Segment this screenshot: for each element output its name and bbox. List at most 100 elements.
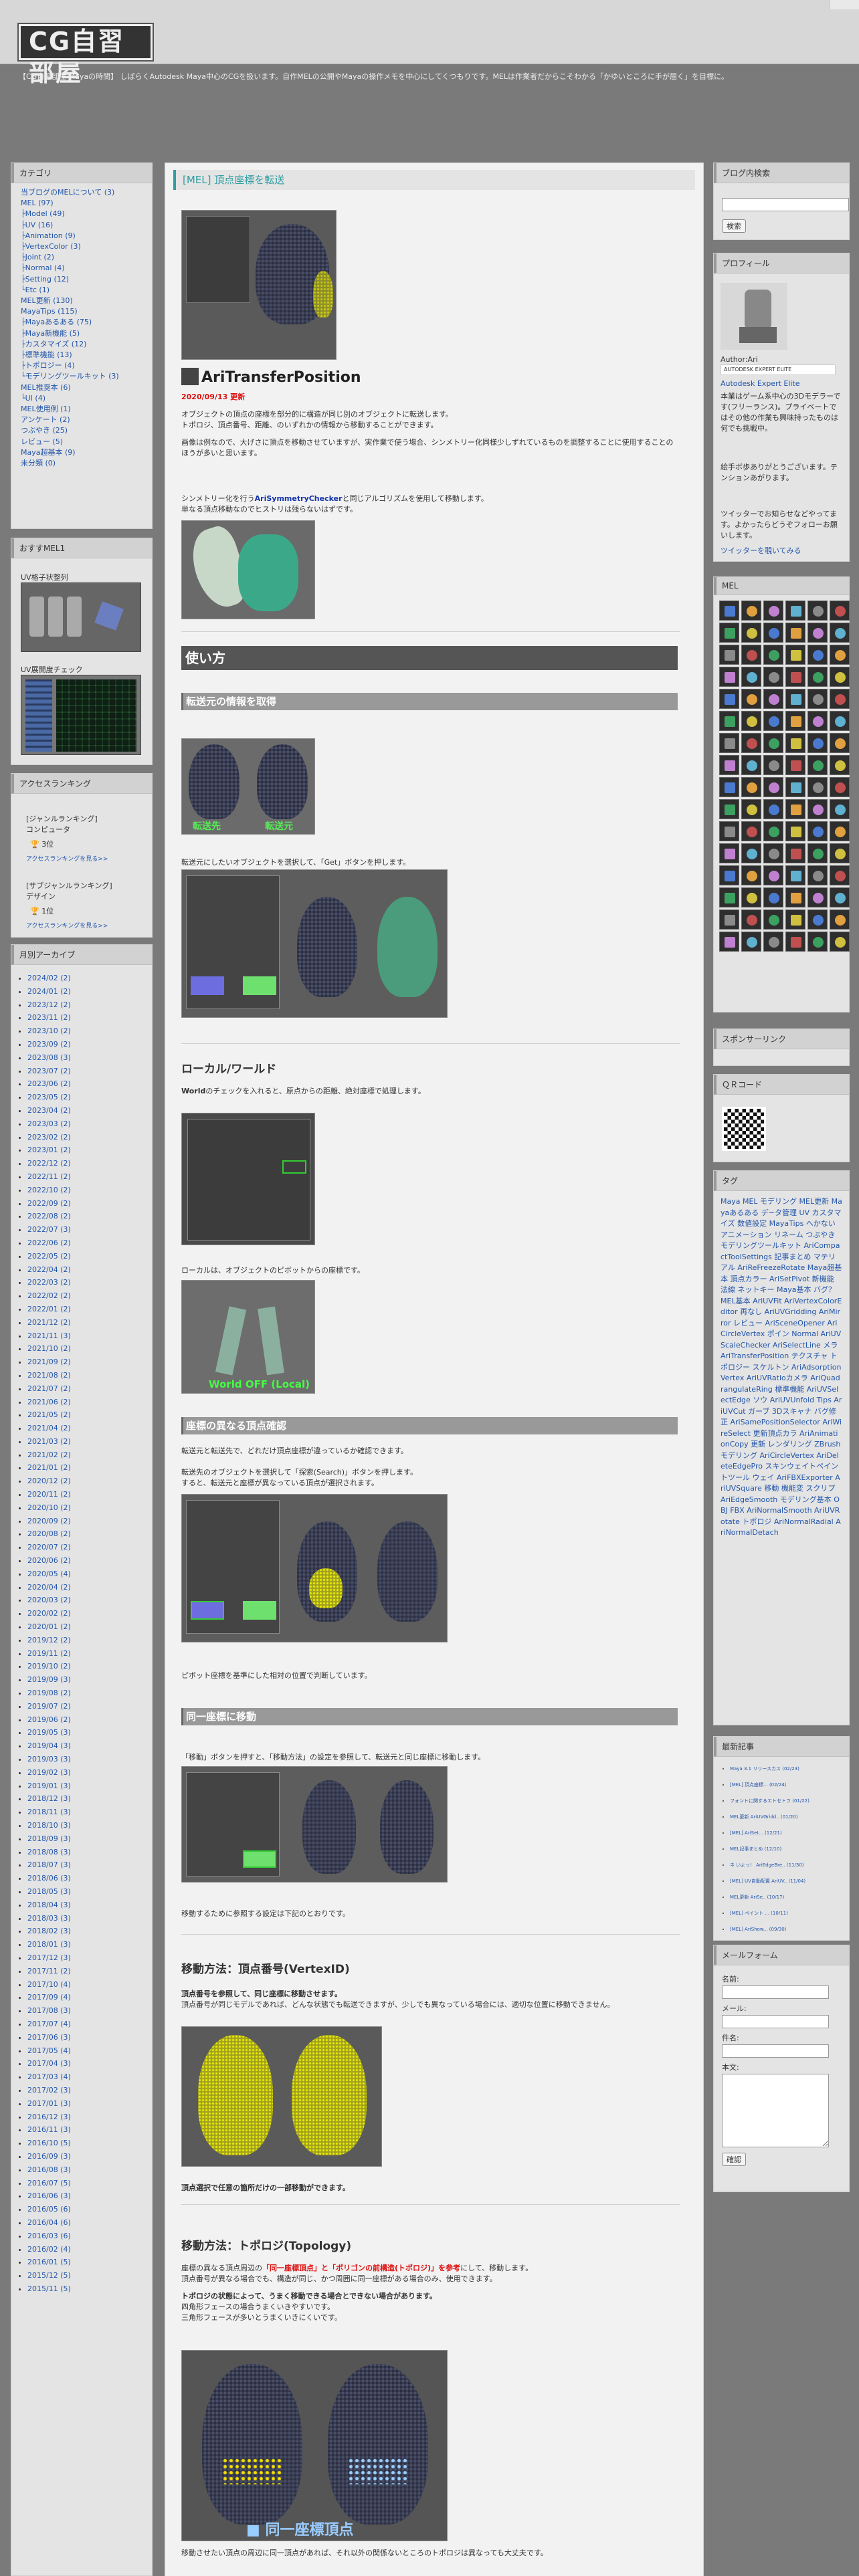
archive-item[interactable]: 2020/11 (2) [27, 1490, 71, 1499]
archive-item[interactable]: 2022/02 (2) [27, 1291, 71, 1300]
archive-item[interactable]: 2023/08 (3) [27, 1053, 71, 1062]
mel-tool-icon[interactable] [719, 799, 739, 819]
archive-item[interactable]: 2022/05 (2) [27, 1252, 71, 1261]
mel-tool-icon[interactable] [763, 601, 783, 621]
archive-item[interactable]: 2016/10 (5) [27, 2139, 71, 2147]
mel-tool-icon[interactable] [763, 733, 783, 753]
category-item[interactable]: MEL推奨本 (6) [21, 383, 142, 393]
archive-item[interactable]: 2021/03 (2) [27, 1437, 71, 1446]
mel-tool-icon[interactable] [830, 689, 850, 709]
archive-item[interactable]: 2020/06 (2) [27, 1556, 71, 1565]
archive-item[interactable]: 2019/10 (2) [27, 1662, 71, 1671]
archive-item[interactable]: 2018/01 (3) [27, 1940, 71, 1949]
archive-item[interactable]: 2019/01 (3) [27, 1782, 71, 1790]
archive-item[interactable]: 2018/04 (3) [27, 1901, 71, 1909]
mel-tool-icon[interactable] [741, 909, 761, 930]
recent-item[interactable]: [MEL] UV自動配置 AriUV.. (11/04) [730, 1879, 805, 1884]
category-item[interactable]: ├Joint (2) [21, 252, 142, 263]
archive-item[interactable]: 2023/05 (2) [27, 1093, 71, 1101]
archive-item[interactable]: 2018/11 (3) [27, 1808, 71, 1816]
mel-tool-icon[interactable] [741, 755, 761, 775]
mel-tool-icon[interactable] [785, 733, 805, 753]
archive-item[interactable]: 2021/09 (2) [27, 1358, 71, 1366]
mel-tool-icon[interactable] [830, 755, 850, 775]
archive-item[interactable]: 2022/03 (2) [27, 1278, 71, 1287]
archive-item[interactable]: 2020/09 (2) [27, 1517, 71, 1525]
category-item[interactable]: ├Maya新機能 (5) [21, 328, 142, 339]
mel-tool-icon[interactable] [807, 689, 828, 709]
archive-item[interactable]: 2021/08 (2) [27, 1371, 71, 1380]
archive-item[interactable]: 2018/02 (3) [27, 1927, 71, 1935]
mel-tool-icon[interactable] [741, 711, 761, 731]
archive-item[interactable]: 2023/10 (2) [27, 1027, 71, 1035]
archive-item[interactable]: 2019/12 (2) [27, 1636, 71, 1644]
mel-tool-icon[interactable] [785, 667, 805, 687]
mel-tool-icon[interactable] [719, 601, 739, 621]
mail-subject-input[interactable] [722, 2044, 829, 2058]
mel-tool-icon[interactable] [785, 777, 805, 797]
archive-item[interactable]: 2019/06 (2) [27, 1715, 71, 1724]
archive-item[interactable]: 2018/07 (3) [27, 1860, 71, 1869]
mel-tool-icon[interactable] [741, 799, 761, 819]
mel-tool-icon[interactable] [830, 777, 850, 797]
mel-tool-icon[interactable] [763, 887, 783, 907]
archive-item[interactable]: 2016/05 (6) [27, 2205, 71, 2214]
archive-item[interactable]: 2021/02 (2) [27, 1451, 71, 1459]
mel-tool-icon[interactable] [807, 667, 828, 687]
mel-tool-icon[interactable] [807, 887, 828, 907]
recent-item[interactable]: MEL記事まとめ (12/10) [730, 1846, 781, 1852]
archive-item[interactable]: 2018/05 (3) [27, 1887, 71, 1896]
archive-item[interactable]: 2023/02 (2) [27, 1133, 71, 1142]
category-item[interactable]: ├Animation (9) [21, 231, 142, 241]
twitter-link[interactable]: ツイッターを覗いてみる [721, 545, 801, 556]
archive-item[interactable]: 2020/12 (2) [27, 1477, 71, 1485]
archive-item[interactable]: 2016/02 (4) [27, 2245, 71, 2254]
recent-item[interactable]: MEL更新 AriUVGridd.. (01/20) [730, 1814, 798, 1820]
mel-tool-icon[interactable] [719, 887, 739, 907]
archive-item[interactable]: 2019/02 (3) [27, 1768, 71, 1777]
mel-tool-icon[interactable] [719, 711, 739, 731]
archive-item[interactable]: 2023/01 (2) [27, 1146, 71, 1154]
archive-item[interactable]: 2019/11 (2) [27, 1649, 71, 1658]
recommend-item-2[interactable]: UV展開度チェック [21, 664, 83, 675]
archive-item[interactable]: 2017/05 (4) [27, 2046, 71, 2055]
archive-item[interactable]: 2023/07 (2) [27, 1067, 71, 1075]
category-item[interactable]: ├Normal (4) [21, 263, 142, 274]
archive-item[interactable]: 2022/04 (2) [27, 1265, 71, 1274]
recommend-item-1[interactable]: UV格子状整列 [21, 572, 68, 582]
archive-item[interactable]: 2019/08 (2) [27, 1689, 71, 1697]
mel-tool-icon[interactable] [763, 932, 783, 952]
mel-tool-icon[interactable] [785, 932, 805, 952]
mel-tool-icon[interactable] [763, 645, 783, 665]
recent-item[interactable]: フォントに関するエトセトラ (01/22) [730, 1798, 809, 1804]
mel-tool-icon[interactable] [807, 601, 828, 621]
mel-tool-icon[interactable] [807, 777, 828, 797]
mel-tool-icon[interactable] [830, 667, 850, 687]
mel-tool-icon[interactable] [807, 755, 828, 775]
recent-item[interactable]: [MEL] ペイント ... (10/11) [730, 1911, 788, 1916]
mel-tool-icon[interactable] [830, 843, 850, 863]
recent-item[interactable]: Maya 3.1 リリースカス (02/23) [730, 1766, 799, 1772]
mel-tool-icon[interactable] [785, 887, 805, 907]
mel-tool-icon[interactable] [741, 667, 761, 687]
search-button[interactable]: 検索 [722, 219, 746, 233]
archive-item[interactable]: 2021/01 (2) [27, 1463, 71, 1472]
mel-tool-icon[interactable] [719, 821, 739, 841]
archive-item[interactable]: 2017/01 (3) [27, 2099, 71, 2108]
archive-item[interactable]: 2017/02 (3) [27, 2086, 71, 2095]
archive-item[interactable]: 2019/03 (3) [27, 1755, 71, 1763]
mel-tool-icon[interactable] [830, 821, 850, 841]
category-item[interactable]: MayaTips (115) [21, 306, 142, 317]
mel-tool-icon[interactable] [741, 821, 761, 841]
uv-grid-thumbnail[interactable] [21, 582, 141, 652]
site-logo[interactable]: CG自習部屋 [17, 23, 154, 87]
category-item[interactable]: ├VertexColor (3) [21, 241, 142, 252]
mel-tool-icon[interactable] [785, 755, 805, 775]
mel-tool-icon[interactable] [807, 821, 828, 841]
mel-tool-icon[interactable] [741, 887, 761, 907]
mel-tool-icon[interactable] [719, 843, 739, 863]
mel-tool-icon[interactable] [763, 777, 783, 797]
category-item[interactable]: つぶやき (25) [21, 425, 142, 436]
archive-item[interactable]: 2017/11 (2) [27, 1967, 71, 1975]
expert-elite-link[interactable]: Autodesk Expert Elite [721, 379, 800, 388]
